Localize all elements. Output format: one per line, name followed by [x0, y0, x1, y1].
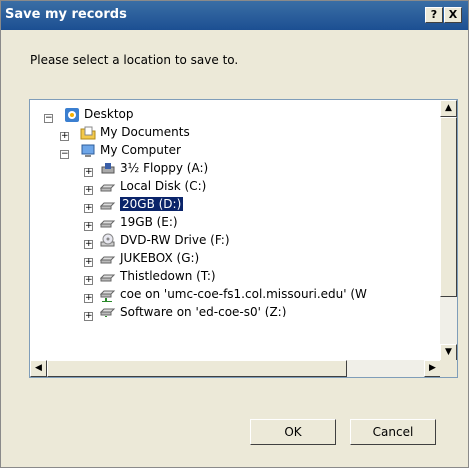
ok-button[interactable]: OK	[250, 419, 336, 445]
tree-item-dvd-rw-f[interactable]: DVD-RW Drive (F:)	[100, 231, 230, 249]
collapse-toggle-desktop[interactable]: −	[44, 114, 53, 123]
tree-item-local-disk-c[interactable]: Local Disk (C:)	[100, 177, 206, 195]
network-drive-icon	[100, 308, 116, 317]
desktop-icon	[65, 107, 79, 122]
tree-label: Desktop	[84, 107, 134, 121]
my-documents-folder-icon	[80, 126, 96, 139]
window-title: Save my records	[5, 7, 127, 22]
folder-tree[interactable]: − Desktop + My Documents − My Computer +…	[29, 99, 458, 378]
tree-label: coe on 'umc-coe-fs1.col.missouri.edu' (W	[120, 287, 367, 301]
scroll-right-button[interactable]: ▶	[424, 360, 441, 377]
expand-toggle-software-z[interactable]: +	[84, 312, 93, 321]
tree-item-desktop[interactable]: Desktop	[64, 105, 134, 123]
tree-item-my-documents[interactable]: My Documents	[80, 123, 190, 141]
network-drive-icon	[100, 290, 116, 302]
title-bar[interactable]: Save my records ? X	[1, 1, 468, 30]
expand-toggle-thistledown-t[interactable]: +	[84, 276, 93, 285]
tree-label: DVD-RW Drive (F:)	[120, 233, 230, 247]
scroll-left-button[interactable]: ◀	[30, 360, 47, 377]
tree-label-selected: 20GB (D:)	[118, 196, 185, 212]
tree-label: Software on 'ed-coe-s0' (Z:)	[120, 305, 287, 317]
vertical-scrollbar[interactable]: ▲ ▼	[440, 100, 457, 361]
hard-drive-icon	[100, 202, 116, 209]
tree-label: Thistledown (T:)	[120, 269, 216, 283]
tree-label: Local Disk (C:)	[120, 179, 207, 193]
tree-label: JUKEBOX (G:)	[120, 251, 200, 265]
help-button[interactable]: ?	[425, 7, 443, 23]
tree-item-jukebox-g[interactable]: JUKEBOX (G:)	[100, 249, 199, 267]
floppy-drive-icon	[101, 162, 115, 173]
tree-item-19gb-e[interactable]: 19GB (E:)	[100, 213, 178, 231]
expand-toggle-floppy[interactable]: +	[84, 168, 93, 177]
expand-toggle-coe-w[interactable]: +	[84, 294, 93, 303]
tree-item-software-z[interactable]: Software on 'ed-coe-s0' (Z:)	[100, 303, 440, 317]
tree-item-20gb-d[interactable]: 20GB (D:)	[100, 195, 185, 213]
tree-label: My Documents	[100, 125, 190, 139]
tree-item-coe-w[interactable]: coe on 'umc-coe-fs1.col.missouri.edu' (W	[100, 285, 440, 303]
hard-drive-icon	[100, 274, 116, 281]
save-dialog: Save my records ? X Please select a loca…	[0, 0, 469, 468]
close-button[interactable]: X	[444, 7, 462, 23]
prompt-text: Please select a location to save to.	[30, 53, 239, 67]
expand-toggle-jukebox-g[interactable]: +	[84, 258, 93, 267]
collapse-toggle-my-computer[interactable]: −	[60, 150, 69, 159]
scroll-corner	[440, 360, 457, 377]
tree-label: My Computer	[100, 143, 181, 157]
scroll-down-button[interactable]: ▼	[440, 344, 457, 361]
horizontal-scroll-thumb[interactable]	[47, 360, 347, 377]
expand-toggle-local-disk-c[interactable]: +	[84, 186, 93, 195]
hard-drive-icon	[100, 220, 116, 227]
hard-drive-icon	[100, 184, 116, 191]
cancel-button[interactable]: Cancel	[350, 419, 436, 445]
dvd-drive-icon	[100, 233, 115, 246]
expand-toggle-dvd-f[interactable]: +	[84, 240, 93, 249]
expand-toggle-20gb-d[interactable]: +	[84, 204, 93, 213]
hard-drive-icon	[100, 256, 116, 263]
tree-label: 19GB (E:)	[120, 215, 178, 229]
expand-toggle-my-documents[interactable]: +	[60, 132, 69, 141]
horizontal-scrollbar[interactable]: ◀ ▶	[30, 360, 441, 377]
vertical-scroll-thumb[interactable]	[440, 117, 457, 297]
tree-item-floppy-a[interactable]: 3½ Floppy (A:)	[100, 159, 208, 177]
tree-item-thistledown-t[interactable]: Thistledown (T:)	[100, 267, 216, 285]
tree-label: 3½ Floppy (A:)	[120, 161, 209, 175]
scroll-up-button[interactable]: ▲	[440, 100, 457, 117]
tree-item-my-computer[interactable]: My Computer	[80, 141, 181, 159]
my-computer-icon	[81, 144, 95, 157]
expand-toggle-19gb-e[interactable]: +	[84, 222, 93, 231]
